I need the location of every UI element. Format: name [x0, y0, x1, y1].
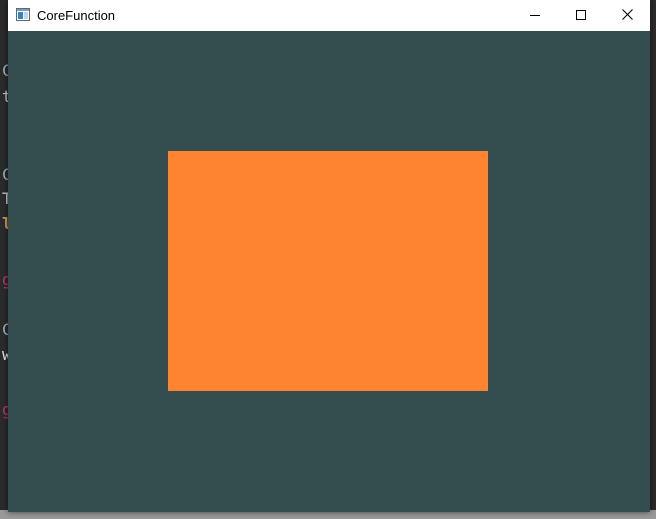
close-icon — [621, 7, 633, 25]
app-window: CoreFunction — [8, 0, 650, 512]
close-button[interactable] — [604, 0, 650, 31]
title-bar[interactable]: CoreFunction — [8, 0, 650, 31]
maximize-icon — [576, 7, 586, 25]
minimize-icon — [530, 7, 540, 25]
minimize-button[interactable] — [512, 0, 558, 31]
app-window-icon — [16, 8, 30, 21]
window-title: CoreFunction — [37, 8, 116, 23]
orange-rectangle — [168, 151, 488, 391]
render-viewport[interactable] — [8, 31, 650, 512]
maximize-button[interactable] — [558, 0, 604, 31]
